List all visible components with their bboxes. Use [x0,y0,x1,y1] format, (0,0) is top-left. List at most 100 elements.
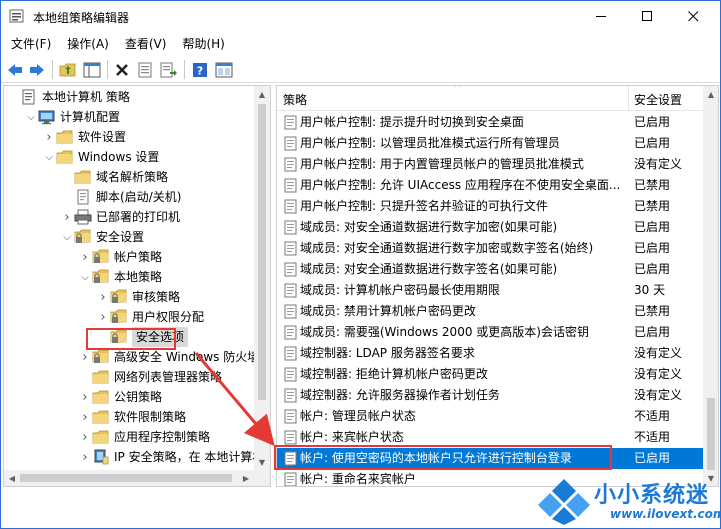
table-row[interactable]: 域成员: 对安全通道数据进行数字签名(如果可能) 已启用 [277,259,703,280]
menu-view[interactable]: 查看(V) [117,33,175,55]
tree-item[interactable]: 本地计算机 策略 [6,87,130,107]
table-row[interactable]: 域成员: 计算机帐户密码最长使用期限 30 天 [277,280,703,301]
filter-view-icon[interactable] [213,59,235,80]
scroll-thumb[interactable] [20,474,232,482]
console-tree[interactable]: 本地计算机 策略 ⌵ 计算机配置 › 软件设置 ⌵ Windows 设置 域名解析策略 脚本(启… [3,85,271,487]
script-icon [74,189,92,205]
tree-item-label: 高级安全 Windows 防火墙 [114,350,260,364]
folder-icon [92,429,110,445]
security-setting-value: 已启用 [634,262,671,276]
table-row[interactable]: 域控制器: 拒绝计算机帐户密码更改 没有定义 [277,364,703,385]
show-hide-tree-icon[interactable] [81,59,103,80]
scroll-thumb[interactable] [258,104,266,400]
export-list-icon[interactable] [158,59,180,80]
policy-name: 域控制器: 允许服务器操作者计划任务 [300,388,500,402]
maximize-button[interactable] [624,1,670,32]
collapsed-chevron-icon[interactable]: › [60,207,74,227]
tree-item[interactable]: › IP 安全策略，在 本地计算机 [78,447,264,467]
title-bar[interactable]: 本地组策略编辑器 [1,1,720,32]
scroll-right-arrow-icon[interactable]: ▶ [238,470,254,486]
tree-item[interactable]: ⌵ Windows 设置 [42,147,159,167]
table-row[interactable]: 用户帐户控制: 用于内置管理员帐户的管理员批准模式 没有定义 [277,154,703,175]
collapsed-chevron-icon[interactable]: › [78,427,92,447]
table-row[interactable]: 域成员: 对安全通道数据进行数字加密(如果可能) 已启用 [277,217,703,238]
expanded-chevron-icon[interactable]: ⌵ [60,227,74,247]
table-row[interactable]: 帐户: 来宾帐户状态 不适用 [277,427,703,448]
tree-item[interactable]: › 公钥策略 [78,387,162,407]
scroll-left-arrow-icon[interactable]: ◀ [4,470,20,486]
tree-item[interactable]: › 高级安全 Windows 防火墙 [78,347,259,367]
security-setting-value: 没有定义 [634,157,683,171]
collapsed-chevron-icon[interactable]: › [96,307,110,327]
folder-icon [92,369,110,385]
scroll-down-arrow-icon[interactable]: ▼ [254,454,270,470]
scroll-thumb[interactable] [707,398,715,470]
tree-item[interactable]: ⌵ 安全设置 [60,227,144,247]
scroll-up-arrow-icon[interactable]: ▲ [254,86,270,102]
tree-item[interactable]: › 软件限制策略 [78,407,186,427]
back-arrow-icon[interactable] [4,59,26,80]
menu-file[interactable]: 文件(F) [1,33,59,55]
table-row[interactable]: 域成员: 禁用计算机帐户密码更改 已禁用 [277,301,703,322]
expanded-chevron-icon[interactable]: ⌵ [78,267,92,287]
computer-policy-icon [20,89,38,105]
tree-item[interactable]: 网络列表管理器策略 [78,367,222,387]
help-icon[interactable]: ? [189,59,211,80]
close-button[interactable] [670,1,716,32]
tree-item[interactable]: 安全选项 [96,327,189,347]
tree-item[interactable]: ⌵ 计算机配置 [24,107,120,127]
collapsed-chevron-icon[interactable]: › [78,347,92,367]
table-row[interactable]: 域控制器: LDAP 服务器签名要求 没有定义 [277,343,703,364]
column-header-setting[interactable]: 安全设置 [628,86,703,111]
expanded-chevron-icon[interactable]: ⌵ [24,107,38,127]
security-folder-icon [92,349,110,365]
tree-item-label: 本地计算机 策略 [42,90,130,104]
table-row[interactable]: 用户帐户控制: 只提升签名并验证的可执行文件 已禁用 [277,196,703,217]
tree-item[interactable]: › 应用程序控制策略 [78,427,210,447]
collapsed-chevron-icon[interactable]: › [42,127,56,147]
tree-vertical-scrollbar[interactable]: ▲ ▼ [254,86,270,486]
tree-item[interactable]: ⌵ 本地策略 [78,267,162,287]
table-row[interactable]: 帐户: 使用空密码的本地帐户只允许进行控制台登录 已启用 [277,448,703,469]
tree-item[interactable]: 域名解析策略 [60,167,168,187]
security-setting-value: 已启用 [634,241,671,255]
policy-setting-icon [284,304,298,319]
properties-icon[interactable] [134,59,156,80]
menu-help[interactable]: 帮助(H) [174,33,232,55]
policy-name: 域控制器: LDAP 服务器签名要求 [300,346,475,360]
expanded-chevron-icon[interactable]: ⌵ [42,147,56,167]
table-row[interactable]: 域成员: 对安全通道数据进行数字加密或数字签名(始终) 已启用 [277,238,703,259]
tree-item[interactable]: › 软件设置 [42,127,126,147]
tree-item[interactable]: › 帐户策略 [78,247,162,267]
menu-action[interactable]: 操作(A) [59,33,117,55]
up-folder-icon[interactable] [57,59,79,80]
delete-icon[interactable] [111,59,133,80]
table-row[interactable]: 域成员: 需要强(Windows 2000 或更高版本)会话密钥 已启用 [277,322,703,343]
collapsed-chevron-icon[interactable]: › [78,447,92,467]
tree-item[interactable]: › 用户权限分配 [96,307,204,327]
list-vertical-scrollbar[interactable]: ▲ ▼ [703,86,718,486]
tree-item[interactable]: 脚本(启动/关机) [60,187,181,207]
table-row[interactable]: 用户帐户控制: 提示提升时切换到安全桌面 已启用 [277,112,703,133]
forward-arrow-icon[interactable] [26,59,48,80]
tree-item[interactable]: › 审核策略 [96,287,180,307]
policy-setting-icon [284,346,298,361]
table-row[interactable]: 用户帐户控制: 以管理员批准模式运行所有管理员 已启用 [277,133,703,154]
table-row[interactable]: 用户帐户控制: 允许 UIAccess 应用程序在不使用安全桌面... 已禁用 [277,175,703,196]
table-row[interactable]: 域控制器: 允许服务器操作者计划任务 没有定义 [277,385,703,406]
table-row[interactable]: 帐户: 管理员帐户状态 不适用 [277,406,703,427]
collapsed-chevron-icon[interactable]: › [78,387,92,407]
collapsed-chevron-icon[interactable]: › [96,287,110,307]
collapsed-chevron-icon[interactable]: › [78,407,92,427]
tree-item-label: 网络列表管理器策略 [114,370,223,384]
minimize-button[interactable] [578,1,624,32]
folder-icon [74,169,92,185]
scroll-up-arrow-icon[interactable]: ▲ [703,86,718,102]
policy-name: 域成员: 计算机帐户密码最长使用期限 [300,283,500,297]
policy-setting-icon [284,472,298,486]
security-setting-value: 已启用 [634,115,671,129]
collapsed-chevron-icon[interactable]: › [78,247,92,267]
policy-list[interactable]: 策略 安全设置 ^ 用户帐户控制: 提示提升时切换到安全桌面 已启用 用户帐户控制:… [276,85,719,487]
tree-horizontal-scrollbar[interactable]: ◀ ▶ [4,470,254,486]
tree-item[interactable]: › 已部署的打印机 [60,207,180,227]
